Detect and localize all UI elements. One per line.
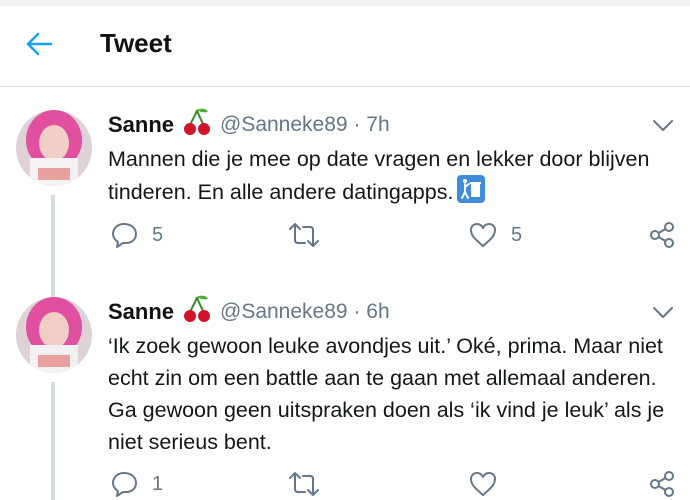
author-handle: @Sanneke89 (220, 113, 348, 136)
reply-icon[interactable] (110, 469, 140, 499)
tweet[interactable]: Sanne @Sanneke89 · 6h ‘Ik zoek gewoon le… (0, 287, 690, 500)
like-count: 5 (511, 224, 523, 246)
author-handle-and-time[interactable]: @Sanneke89 · 7h (220, 113, 390, 137)
litter-bin-emoji-icon (457, 175, 486, 203)
thread-line (51, 287, 55, 297)
tweet-text: ‘Ik zoek gewoon leuke avondjes uit.’ Oké… (108, 334, 665, 454)
tweet-text-content: Mannen die je mee op date vragen en lekk… (108, 147, 650, 204)
cherries-icon (184, 295, 210, 322)
author-handle-and-time[interactable]: @Sanneke89 · 6h (220, 300, 390, 324)
chevron-down-icon[interactable] (652, 306, 674, 320)
like-heart-icon[interactable] (468, 469, 498, 499)
tweet-text: Mannen die je mee op date vragen en lekk… (108, 143, 668, 208)
share-icon[interactable] (648, 469, 676, 499)
thread-line (51, 195, 55, 287)
separator: · (353, 113, 367, 136)
back-arrow-icon[interactable] (24, 29, 54, 59)
reply-icon[interactable] (110, 220, 140, 250)
author-name[interactable]: Sanne (108, 112, 174, 138)
retweet-icon[interactable] (287, 469, 321, 499)
tweet[interactable]: Sanne @Sanneke89 · 7h Mannen die je mee … (0, 87, 690, 287)
app-header: Tweet (0, 6, 690, 87)
avatar[interactable] (16, 110, 92, 186)
cherries-icon (184, 108, 210, 135)
retweet-icon[interactable] (287, 220, 321, 250)
like-heart-icon[interactable] (468, 220, 498, 250)
reply-count: 5 (152, 224, 164, 246)
page-title: Tweet (100, 28, 172, 58)
author-name[interactable]: Sanne (108, 299, 174, 325)
separator: · (353, 300, 367, 323)
share-icon[interactable] (648, 220, 676, 250)
thread-line (51, 382, 55, 500)
timestamp: 7h (366, 113, 390, 136)
avatar-image (16, 110, 92, 186)
chevron-down-icon[interactable] (652, 119, 674, 133)
author-handle: @Sanneke89 (220, 300, 348, 323)
avatar-image (16, 297, 92, 373)
reply-count: 1 (152, 473, 164, 495)
timestamp: 6h (366, 300, 390, 323)
avatar[interactable] (16, 297, 92, 373)
